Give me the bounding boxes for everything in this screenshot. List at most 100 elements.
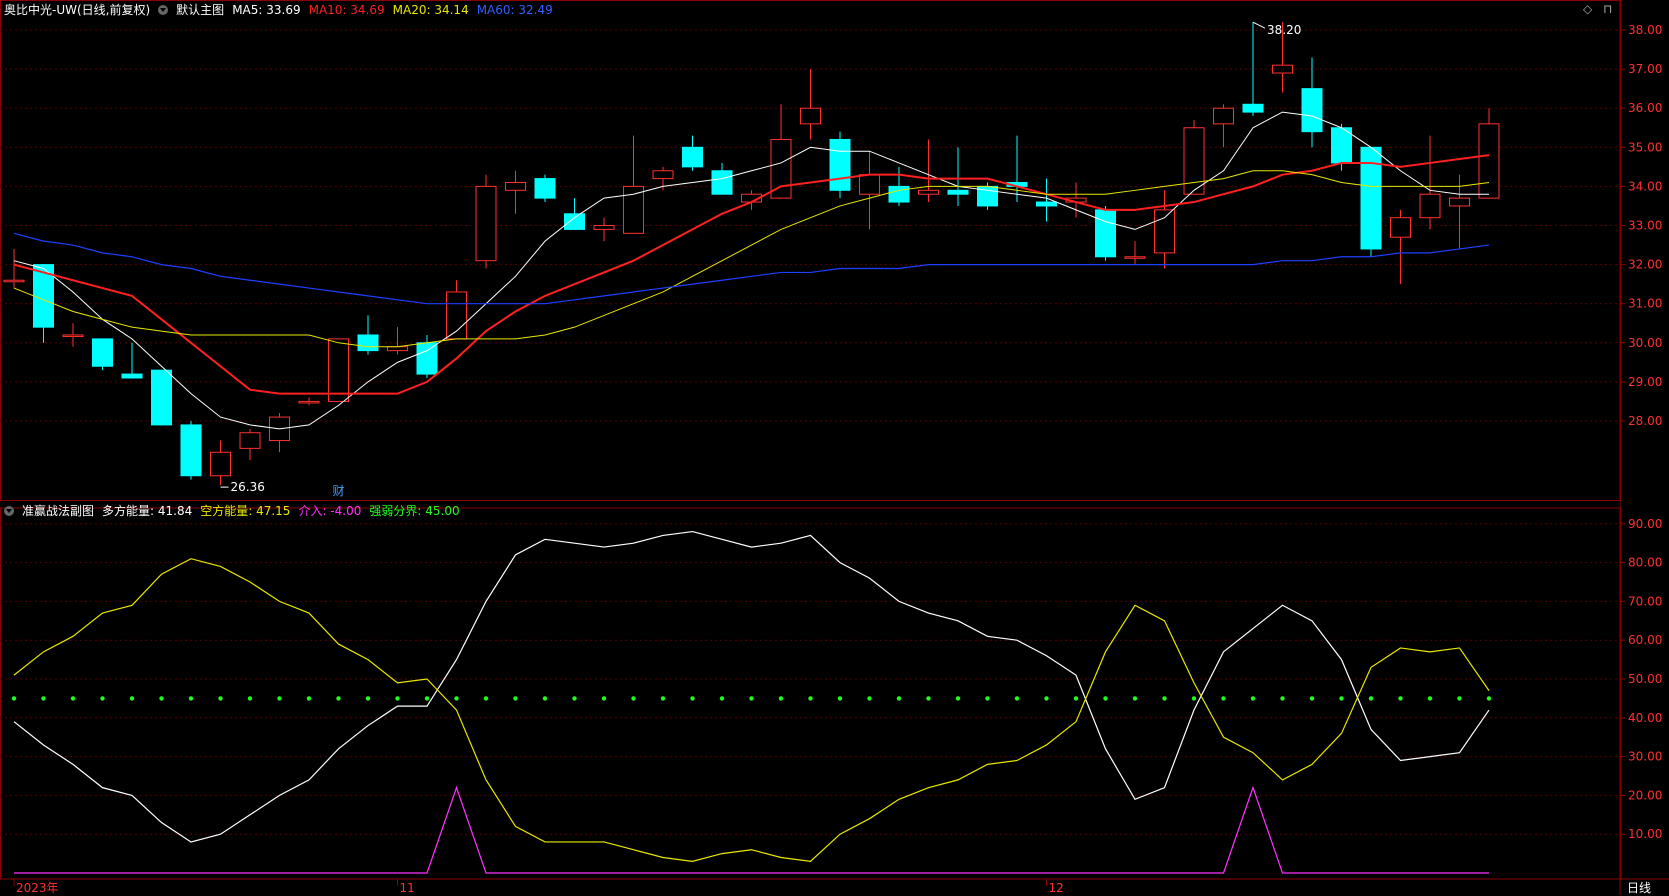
divide-value: 强弱分界: 45.00 (369, 504, 460, 518)
divide-dot (11, 696, 17, 701)
enter-value: 介入: -4.00 (298, 504, 362, 518)
sub-y-tick-label: 80.00 (1628, 556, 1662, 570)
candle-body (357, 334, 379, 352)
divide-dot (1427, 696, 1433, 701)
divide-dot (1044, 696, 1049, 701)
chart-canvas: 28.00 29.00 30.00 31.00 32.00 33.00 34.00 35.00… (0, 0, 1669, 895)
candle-body (1301, 88, 1323, 133)
divide-dot (306, 696, 312, 701)
divide-dot (365, 696, 371, 701)
candle-body (711, 170, 733, 195)
sub-y-tick-label: 90.00 (1628, 517, 1662, 531)
candle-body (1036, 201, 1057, 207)
divide-dot (1103, 696, 1108, 701)
sub-y-tick-label: 10.00 (1628, 827, 1662, 841)
candle-body (888, 185, 910, 203)
candle-body (1478, 123, 1500, 199)
candle-body (1095, 209, 1116, 258)
divide-dot (336, 696, 341, 701)
high-label: 38.20 (1267, 23, 1301, 37)
divide-dot (129, 696, 135, 701)
candle-body (151, 369, 172, 426)
candle-body (1124, 256, 1146, 259)
sub-y-tick-label: 30.00 (1628, 750, 1662, 764)
divide-dot (778, 696, 784, 701)
divide-dot (395, 696, 400, 701)
main-chart-label[interactable]: 默认主图 (176, 1, 224, 18)
candle-body (947, 189, 969, 195)
sub-y-tick-label: 40.00 (1628, 711, 1662, 725)
candle-body (800, 107, 821, 125)
sub-y-tick-label: 60.00 (1628, 633, 1662, 647)
candle-body (534, 178, 556, 199)
x-tick-label: 12 (1049, 881, 1064, 895)
sub-y-tick-label: 20.00 (1628, 788, 1662, 802)
divide-dot (1339, 696, 1344, 701)
divide-dot (601, 696, 607, 701)
divide-dot (1457, 696, 1462, 701)
divide-dot (218, 696, 223, 701)
divide-dot (867, 696, 872, 701)
sub-line-1 (13, 558, 1490, 862)
chevron-down-icon[interactable] (158, 4, 169, 15)
candle-body (623, 185, 644, 234)
divide-dot (513, 696, 518, 701)
ma60-value: MA60: 32.49 (476, 2, 553, 17)
candle-body (328, 338, 349, 402)
candle-body (387, 346, 408, 352)
main-y-tick-label: 36.00 (1628, 101, 1662, 115)
main-y-tick-label: 31.00 (1628, 297, 1662, 311)
main-y-tick-label: 33.00 (1628, 219, 1662, 233)
ma5-value: MA5: 33.69 (232, 2, 301, 17)
sub-chart-header: 准赢战法副图 多方能量: 41.84 空方能量: 47.15 介入: -4.00… (4, 502, 468, 519)
candle-body (564, 213, 585, 230)
main-y-tick-label: 37.00 (1628, 62, 1662, 76)
x-tick-label: 2023年 (16, 881, 59, 895)
short-energy: 空方能量: 47.15 (200, 504, 291, 518)
candle-body (239, 432, 261, 449)
divide-dot (955, 696, 961, 701)
diamond-icon[interactable]: ◇ (1583, 2, 1592, 16)
candle-body (918, 189, 939, 195)
main-title: 奥比中光-UW(日线,前复权) (4, 3, 151, 17)
main-y-tick-label: 30.00 (1628, 336, 1662, 350)
divide-dot (985, 696, 990, 701)
candle-body (1419, 193, 1441, 219)
divide-dot (188, 696, 194, 701)
candle-body (121, 373, 143, 379)
candle-body (682, 146, 703, 168)
chevron-down-icon[interactable] (4, 505, 14, 516)
divide-dot (926, 696, 931, 701)
divide-dot (1132, 696, 1138, 701)
timeframe-label[interactable]: 日线 (1627, 879, 1651, 896)
divide-dot (1221, 696, 1226, 701)
candle-body (1272, 64, 1293, 74)
candle-body (416, 342, 438, 375)
long-energy: 多方能量: 41.84 (102, 504, 193, 518)
divide-dot (483, 696, 489, 701)
candle-body (652, 170, 674, 180)
divide-dot (572, 696, 577, 701)
divide-dot (1250, 696, 1256, 701)
divide-dot (1014, 696, 1020, 701)
divide-dot (1309, 696, 1315, 701)
candle-body (859, 174, 880, 195)
candle-body (593, 225, 615, 230)
divide-dot (808, 696, 813, 701)
divide-dot (159, 696, 164, 701)
candle-body (505, 181, 526, 191)
collapse-icon[interactable]: ⊓ (1603, 2, 1612, 16)
divide-dot (1073, 696, 1079, 701)
candle-body (92, 338, 113, 367)
candle-body (829, 138, 851, 191)
divide-dot (277, 696, 282, 701)
divide-dot (837, 696, 843, 701)
divide-dot (1398, 696, 1403, 701)
candle-body (3, 279, 25, 283)
main-y-tick-label: 32.00 (1628, 258, 1662, 272)
divide-dot (70, 696, 76, 701)
divide-dot (1486, 696, 1492, 701)
ma-line-ma5 (13, 111, 1489, 430)
candle-body (1390, 217, 1411, 238)
ma20-value: MA20: 34.14 (392, 2, 469, 17)
